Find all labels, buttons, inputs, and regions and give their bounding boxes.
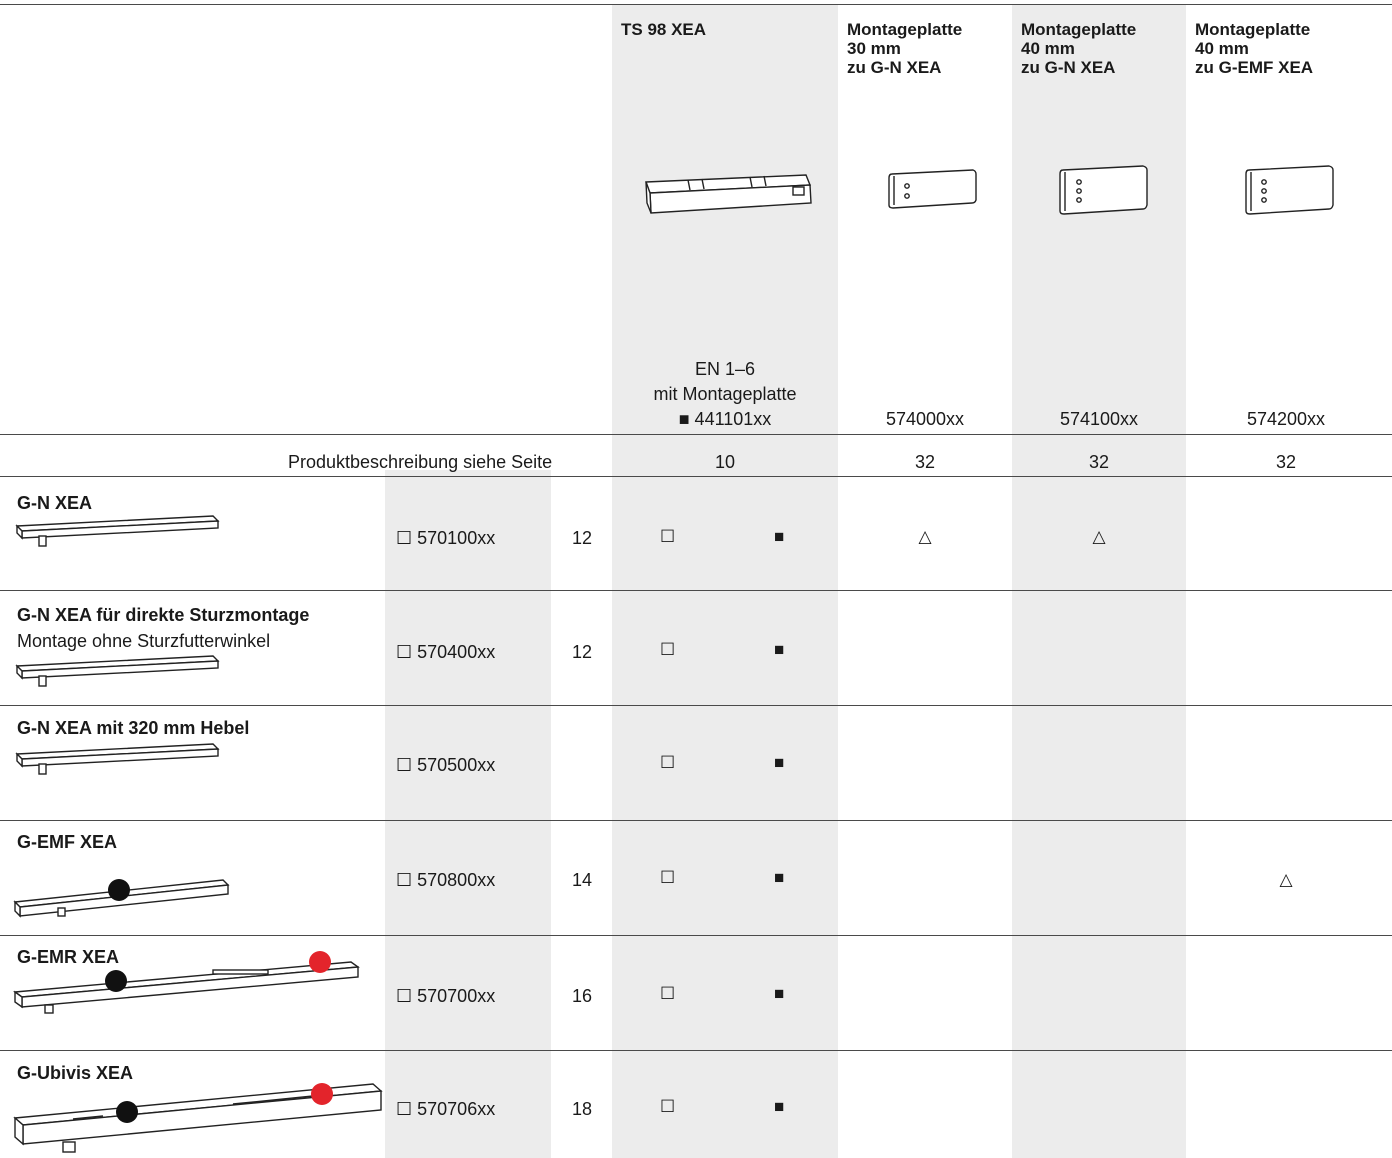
row-divider [0,705,1392,706]
open-square-symbol: ☐ [660,640,676,659]
page-number: 16 [572,986,593,1006]
article-number: ☐ 570700xx [396,986,496,1006]
mp30-article-number: 574000xx [885,409,965,429]
open-square-symbol: ☐ [660,868,676,887]
g-n-xea-320-illustration [15,743,220,775]
col-header-mp40gn: Montageplatte 40 mm zu G-N XEA [1021,20,1137,77]
ts98-page-ref: 10 [714,452,736,472]
triangle-symbol: △ [1279,870,1293,889]
filled-square-symbol: ■ [774,984,785,1003]
open-square-symbol: ☐ [660,984,676,1003]
mounting-plate-40-emf-illustration [1245,165,1334,215]
ts98-note-line-2: mit Montageplatte [653,384,797,404]
g-n-xea-lintel-illustration [15,655,220,687]
mp40gn-page-ref: 32 [1088,452,1110,472]
page-ref-divider [0,476,1392,477]
row-title: G-EMF XEA [17,832,118,852]
mp40gn-article-number: 574100xx [1059,409,1139,429]
triangle-symbol: △ [918,527,932,546]
page-number: 18 [572,1099,593,1119]
header-divider [0,434,1392,435]
mp30-page-ref: 32 [914,452,936,472]
open-square-symbol: ☐ [660,1097,676,1116]
col-header-mp30: Montageplatte 30 mm zu G-N XEA [847,20,963,77]
page-number: 12 [572,642,593,662]
mp40emf-page-ref: 32 [1275,452,1297,472]
article-number: ☐ 570500xx [396,755,496,775]
g-ubivis-xea-illustration [13,1083,383,1153]
filled-square-symbol: ■ [774,868,785,887]
row-divider [0,935,1392,936]
ts98-closer-illustration [645,174,812,214]
mounting-plate-40-illustration [1059,165,1148,215]
row-divider [0,820,1392,821]
row-title: G-N XEA für direkte Sturzmontage [17,605,310,625]
mp40emf-article-number: 574200xx [1246,409,1326,429]
article-number: ☐ 570800xx [396,870,496,890]
filled-square-symbol: ■ [774,640,785,659]
filled-square-symbol: ■ [774,1097,785,1116]
article-number: ☐ 570400xx [396,642,496,662]
band-article-column [385,470,551,1158]
g-emr-xea-illustration [13,951,360,1014]
filled-square-symbol: ■ [774,753,785,772]
row-divider [0,1050,1392,1051]
mounting-plate-30-illustration [888,169,977,209]
page-number: 14 [572,870,593,890]
col-header-mp40emf: Montageplatte 40 mm zu G-EMF XEA [1195,20,1314,77]
g-n-xea-illustration [15,515,220,547]
ts98-note-line-1: EN 1–6 [694,359,756,379]
article-number: ☐ 570100xx [396,528,496,548]
page-number: 12 [572,528,593,548]
g-emf-xea-illustration [13,879,230,918]
triangle-symbol: △ [1092,527,1106,546]
row-subtitle: Montage ohne Sturzfutterwinkel [17,631,271,651]
row-title: G-N XEA mit 320 mm Hebel [17,718,250,738]
product-description-label: Produktbeschreibung siehe Seite [288,452,553,472]
filled-square-symbol: ■ [774,527,785,546]
article-number: ☐ 570706xx [396,1099,496,1119]
col-header-ts98: TS 98 XEA [621,20,707,39]
ts98-article-number: ■ 441101xx [678,409,772,429]
open-square-symbol: ☐ [660,527,676,546]
row-title: G-N XEA [17,493,93,513]
top-rule [0,4,1392,5]
open-square-symbol: ☐ [660,753,676,772]
row-divider [0,590,1392,591]
